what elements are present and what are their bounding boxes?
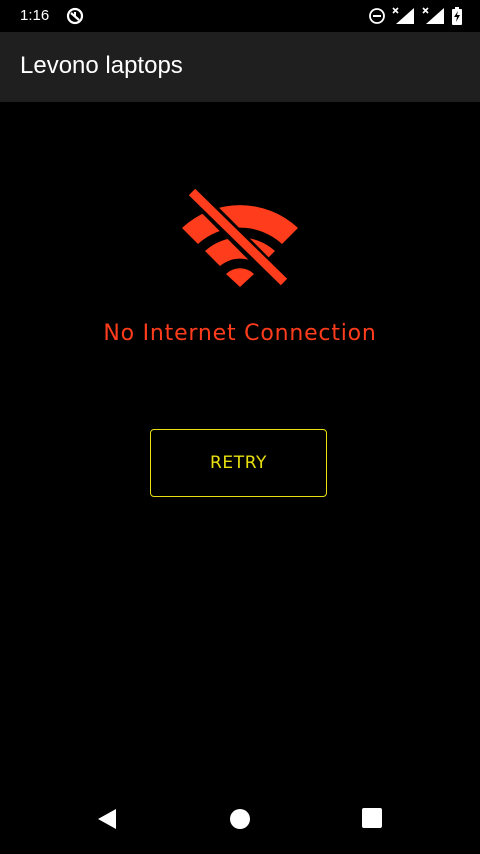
navigation-bar [0,782,480,854]
wifi-off-icon [178,186,302,294]
data-saver-icon [66,7,84,25]
status-icons [368,6,462,26]
app-title: Levono laptops [20,52,183,79]
status-time: 1:16 [20,7,50,24]
do-not-disturb-icon [368,7,386,25]
wifi-signal-x-icon [392,7,416,25]
retry-button[interactable]: RETRY [150,429,327,497]
retry-button-label: RETRY [209,453,268,473]
recents-icon[interactable] [362,808,382,828]
battery-charging-icon [452,7,462,25]
app-bar: Levono laptops [0,32,480,102]
screen: 1:16 Levono laptops No Internet Connecti… [0,0,480,854]
status-bar: 1:16 [0,0,480,32]
back-icon[interactable] [96,808,118,830]
error-message: No Internet Connection [103,321,377,346]
cell-signal-x-icon [422,7,446,25]
home-icon[interactable] [229,808,251,830]
